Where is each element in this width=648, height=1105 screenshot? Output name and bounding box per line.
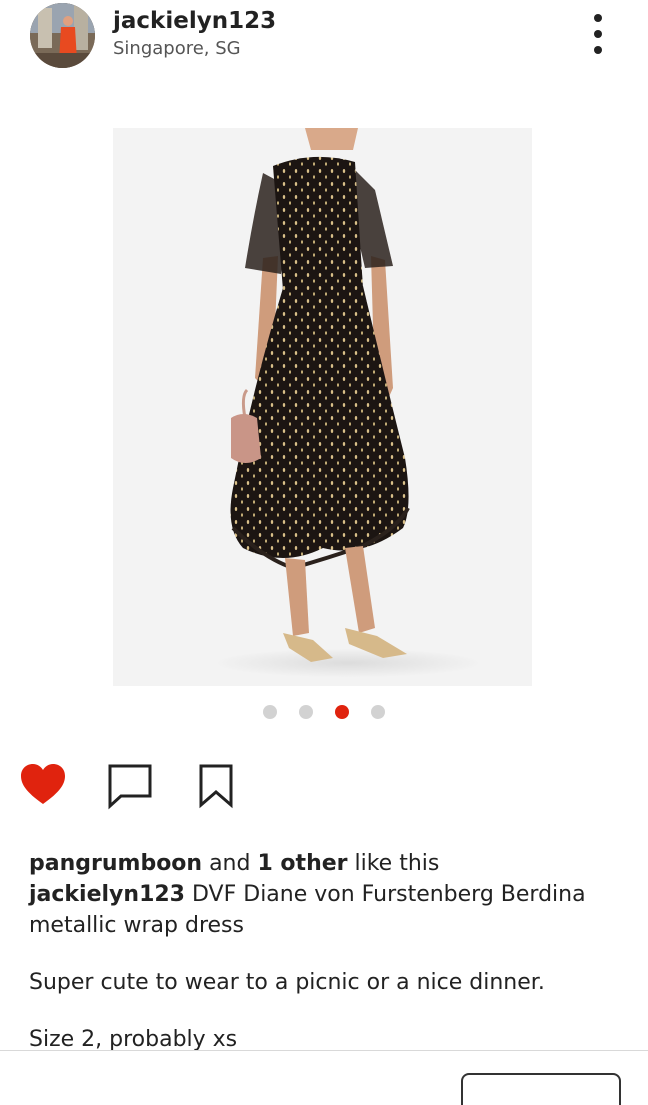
more-vertical-icon — [594, 14, 602, 22]
bookmark-icon — [199, 764, 233, 809]
carousel-dot-4[interactable] — [371, 705, 385, 719]
post-location: Singapore, SG — [113, 38, 241, 59]
listing-photo[interactable] — [113, 128, 532, 686]
heart-icon — [21, 764, 65, 804]
post-actions — [0, 760, 648, 812]
more-options-button[interactable] — [580, 10, 616, 58]
likes-summary: pangrumboon and 1 other like this — [29, 851, 440, 876]
post-header: jackielyn123 Singapore, SG — [0, 0, 648, 80]
bottom-bar — [0, 1050, 648, 1105]
dress-image — [113, 128, 532, 686]
bottom-action-button[interactable] — [461, 1073, 621, 1105]
caption-author[interactable]: jackielyn123 — [29, 882, 185, 907]
bookmark-button[interactable] — [192, 760, 242, 810]
carousel-dot-2[interactable] — [299, 705, 313, 719]
liker-username[interactable]: pangrumboon — [29, 851, 202, 876]
like-button[interactable] — [18, 760, 68, 810]
likes-others-link[interactable]: 1 other — [257, 851, 347, 876]
comment-button[interactable] — [105, 760, 155, 810]
carousel-indicator — [0, 704, 648, 720]
post-caption: pangrumboon and 1 other like this jackie… — [29, 848, 629, 1055]
avatar[interactable] — [30, 3, 95, 68]
comment-icon — [108, 764, 152, 810]
avatar-image — [30, 3, 95, 68]
carousel-dot-1[interactable] — [263, 705, 277, 719]
post-username[interactable]: jackielyn123 — [113, 8, 276, 34]
caption-line-1: Super cute to wear to a picnic or a nice… — [29, 970, 545, 995]
caption-title: jackielyn123 DVF Diane von Furstenberg B… — [29, 882, 586, 938]
carousel-dot-3-active[interactable] — [335, 705, 349, 719]
